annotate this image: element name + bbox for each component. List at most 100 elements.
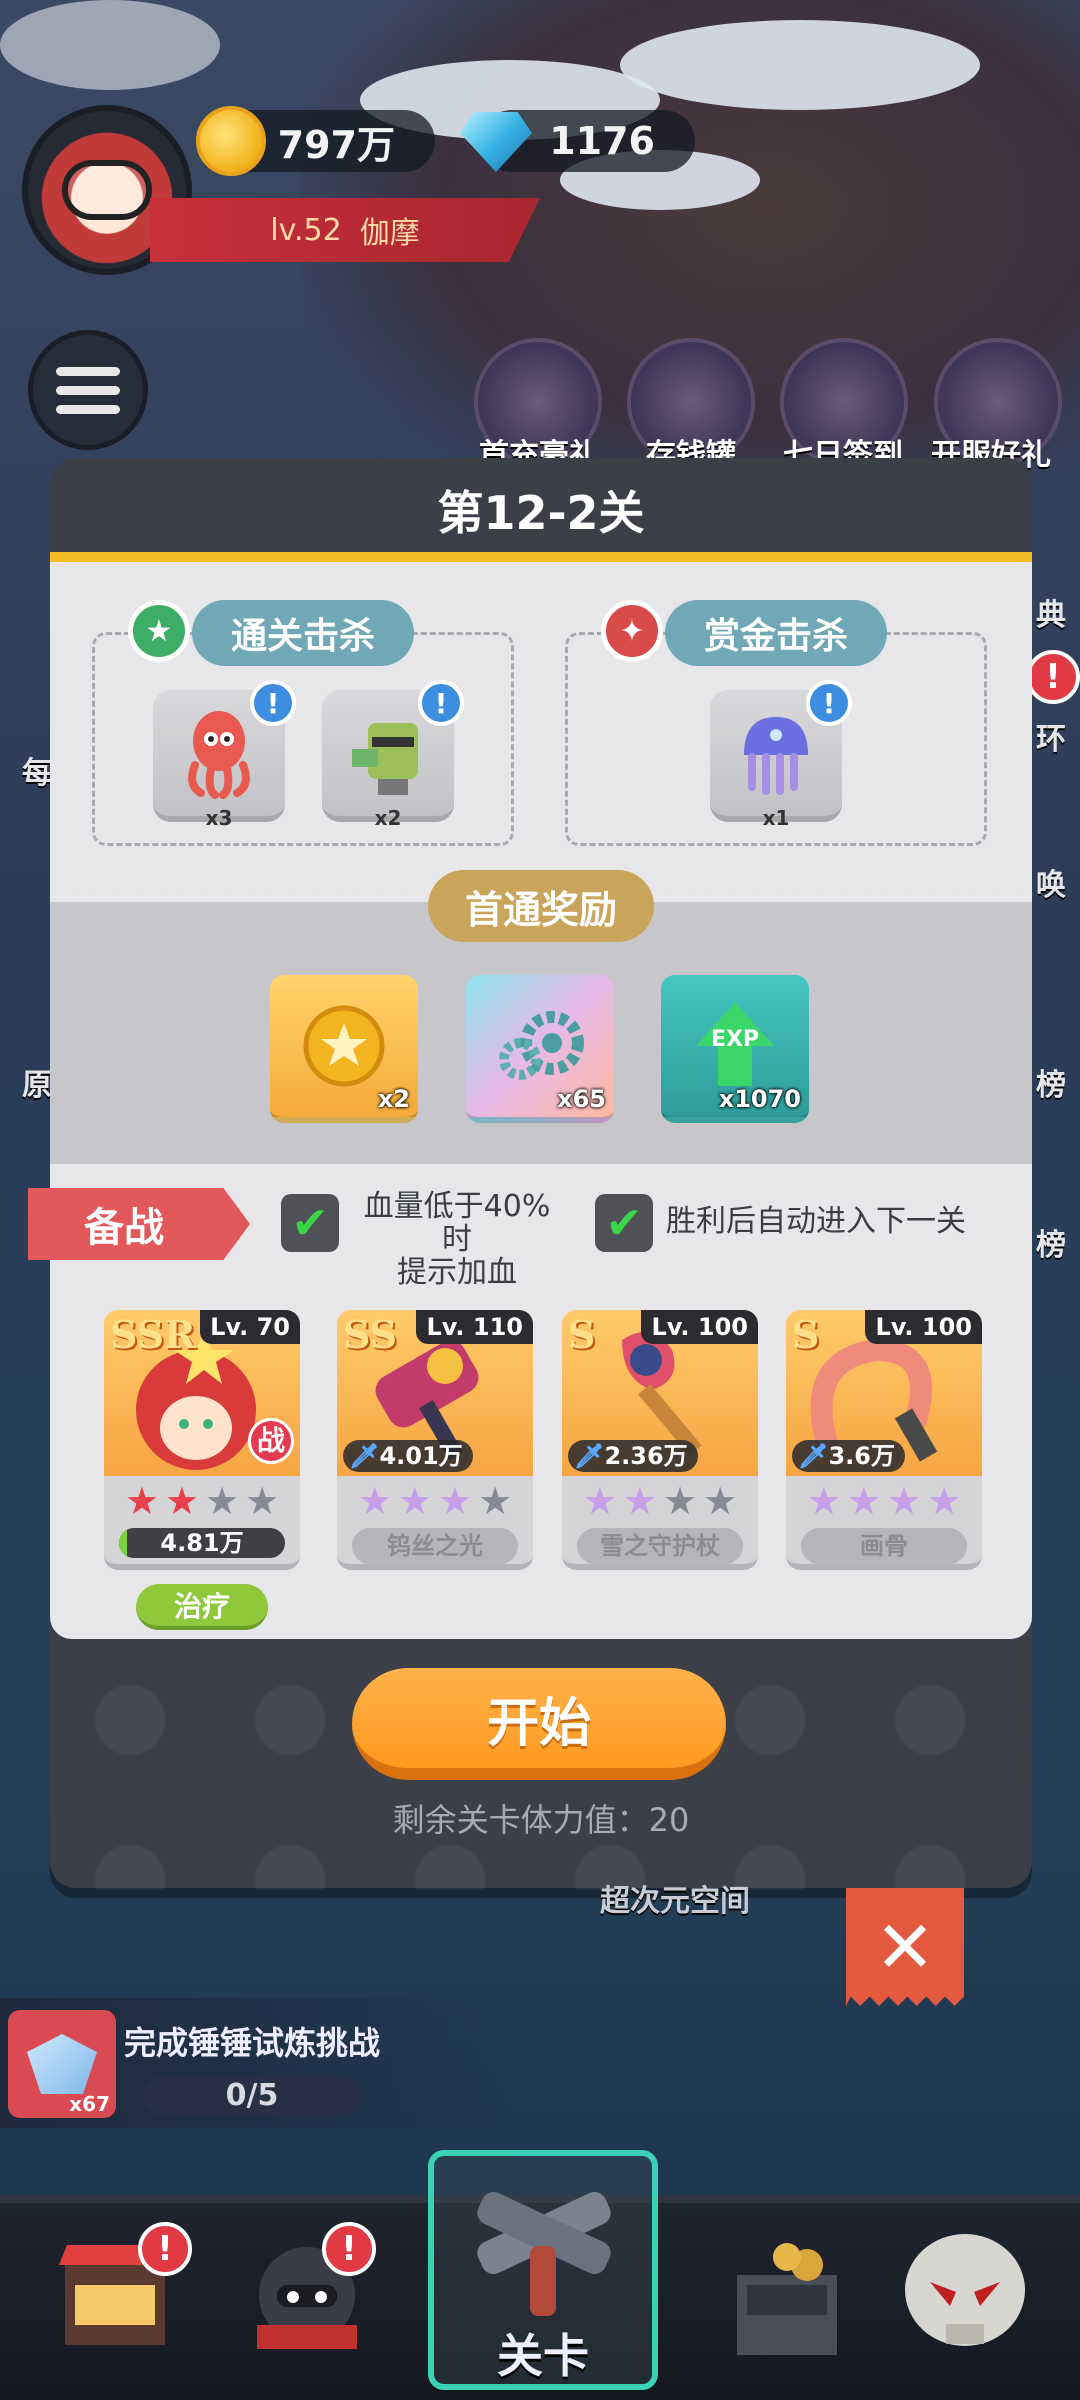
- stamina-text: 剩余关卡体力值：20: [392, 1801, 690, 1839]
- check-icon: ✔: [291, 1197, 329, 1249]
- star-icon: ★: [806, 1479, 841, 1523]
- battle-tag-icon: 战: [248, 1418, 294, 1464]
- side-alert-icon: !: [1026, 650, 1080, 704]
- star-icon: ★: [397, 1479, 432, 1523]
- close-icon: ✕: [874, 1905, 936, 1989]
- sword-icon: 🗡: [798, 1442, 829, 1470]
- exp-text: EXP: [710, 1027, 760, 1052]
- auto-next-label: 胜利后自动进入下一关: [666, 1204, 966, 1239]
- title-divider: [50, 552, 1032, 562]
- power-value: 🗡3.6万: [792, 1440, 905, 1472]
- power-value: 🗡2.36万: [568, 1440, 698, 1472]
- info-icon[interactable]: !: [250, 680, 296, 726]
- reward-exp[interactable]: EXP x1070: [661, 975, 809, 1123]
- weapon-name: 钨丝之光: [352, 1528, 518, 1564]
- level-badge: Lv. 70: [200, 1310, 300, 1344]
- snow-patch: [620, 20, 980, 110]
- star-icon: ★: [622, 1479, 657, 1523]
- rarity-label: S: [568, 1312, 596, 1357]
- side-label: 典: [1036, 598, 1066, 633]
- weapon-portrait: S Lv. 100 🗡3.6万: [786, 1310, 982, 1476]
- avatar-glasses: [62, 160, 152, 220]
- bounty-kill-header: 赏金击杀: [665, 600, 887, 666]
- nav-boss[interactable]: [890, 2220, 1040, 2370]
- start-label: 开始: [486, 1693, 591, 1754]
- weapon-name: 雪之守护杖: [577, 1528, 743, 1564]
- star-rating: ★ ★ ★ ★: [786, 1480, 982, 1522]
- menu-button[interactable]: [28, 330, 148, 450]
- gear-icon: [499, 1011, 584, 1080]
- side-label: 榜: [1036, 1228, 1066, 1263]
- auto-next-checkbox[interactable]: ✔: [595, 1194, 653, 1252]
- star-icon: ★: [927, 1479, 962, 1523]
- nav-treasury[interactable]: [712, 2220, 862, 2370]
- heal-reminder-checkbox[interactable]: ✔: [281, 1194, 339, 1252]
- task-title: 完成锤锤试炼挑战: [124, 2024, 381, 2062]
- monster-count: x2: [374, 806, 402, 830]
- role-label: 治疗: [173, 1590, 230, 1623]
- bounty-kill-label: 赏金击杀: [703, 616, 848, 657]
- check-icon: ✔: [605, 1197, 643, 1249]
- info-icon[interactable]: !: [806, 680, 852, 726]
- compass-badge-icon: ✦: [601, 600, 663, 662]
- side-label: 唤: [1036, 868, 1066, 903]
- star-icon: ★: [703, 1479, 738, 1523]
- star-badge-icon: ★: [128, 600, 190, 662]
- sword-icon: 🗡: [349, 1442, 380, 1470]
- weapon-card[interactable]: S Lv. 100 🗡2.36万 ★ ★ ★ ★ 雪之守护杖: [562, 1310, 758, 1570]
- skull-icon: [905, 2234, 1025, 2346]
- rarity-label: SSR: [110, 1312, 196, 1357]
- monster-count: x3: [205, 806, 233, 830]
- stage-title: 第12-2关: [437, 486, 645, 540]
- reward-gear[interactable]: x65: [466, 975, 614, 1123]
- battle-prep-tag: 备战: [28, 1188, 250, 1260]
- role-badge: 治疗: [136, 1584, 268, 1630]
- star-icon: ★: [478, 1479, 513, 1523]
- gem-value: 1176: [549, 119, 655, 163]
- star-icon: ★: [245, 1479, 280, 1523]
- coin-value: 797万: [277, 122, 395, 167]
- side-label: 每: [22, 756, 52, 791]
- jellyfish-icon: [744, 717, 808, 795]
- side-label: 原: [22, 1068, 52, 1103]
- player-level: lv.52: [270, 212, 342, 248]
- level-badge: Lv. 100: [641, 1310, 758, 1344]
- hero-card[interactable]: SSR Lv. 70 战 ★ ★ ★ ★ 4.81万: [104, 1310, 300, 1570]
- nav-stage-label: 关卡: [497, 2329, 589, 2383]
- star-icon: ★: [582, 1479, 617, 1523]
- weapon-card[interactable]: SS Lv. 110 🗡4.01万 ★ ★ ★ ★ 钨丝之光: [337, 1310, 533, 1570]
- weapon-card[interactable]: S Lv. 100 🗡3.6万 ★ ★ ★ ★ 画骨: [786, 1310, 982, 1570]
- player-name: 伽摩: [359, 216, 420, 251]
- star-icon: ★: [124, 1479, 159, 1523]
- side-label: 榜: [1036, 1068, 1066, 1103]
- nav-alert-icon: !: [138, 2222, 192, 2276]
- first-clear-header: 首通奖励: [428, 870, 654, 942]
- star-icon: ★: [205, 1479, 240, 1523]
- clear-kill-header: 通关击杀: [192, 600, 414, 666]
- reward-coin[interactable]: x2: [270, 975, 418, 1123]
- nav-alert-icon: !: [322, 2222, 376, 2276]
- reward-qty: x65: [557, 1085, 606, 1113]
- power-value: 🗡4.01万: [343, 1440, 473, 1472]
- task-icon: x67: [8, 2010, 116, 2118]
- reward-qty: x2: [377, 1085, 410, 1113]
- star-icon: ★: [438, 1479, 473, 1523]
- task-icon-qty: x67: [69, 2092, 110, 2116]
- level-badge: Lv. 110: [416, 1310, 533, 1344]
- close-button[interactable]: ✕: [846, 1888, 964, 2006]
- monster-count: x1: [762, 806, 790, 830]
- under-modal-label: 超次元空间: [600, 1884, 750, 1919]
- info-icon[interactable]: !: [418, 680, 464, 726]
- start-button[interactable]: 开始: [352, 1668, 726, 1780]
- hero-hp: 4.81万: [119, 1528, 285, 1558]
- heal-reminder-label: 血量低于40%时 提示加血: [363, 1189, 551, 1290]
- rarity-label: S: [792, 1312, 820, 1357]
- star-rating: ★ ★ ★ ★: [562, 1480, 758, 1522]
- sword-icon: 🗡: [574, 1442, 605, 1470]
- squid-icon: [188, 711, 250, 799]
- snow-patch: [0, 0, 220, 90]
- star-icon: ★: [164, 1479, 199, 1523]
- clear-kill-label: 通关击杀: [230, 616, 375, 657]
- weapon-portrait: SS Lv. 110 🗡4.01万: [337, 1310, 533, 1476]
- vault-icon: [737, 2243, 837, 2355]
